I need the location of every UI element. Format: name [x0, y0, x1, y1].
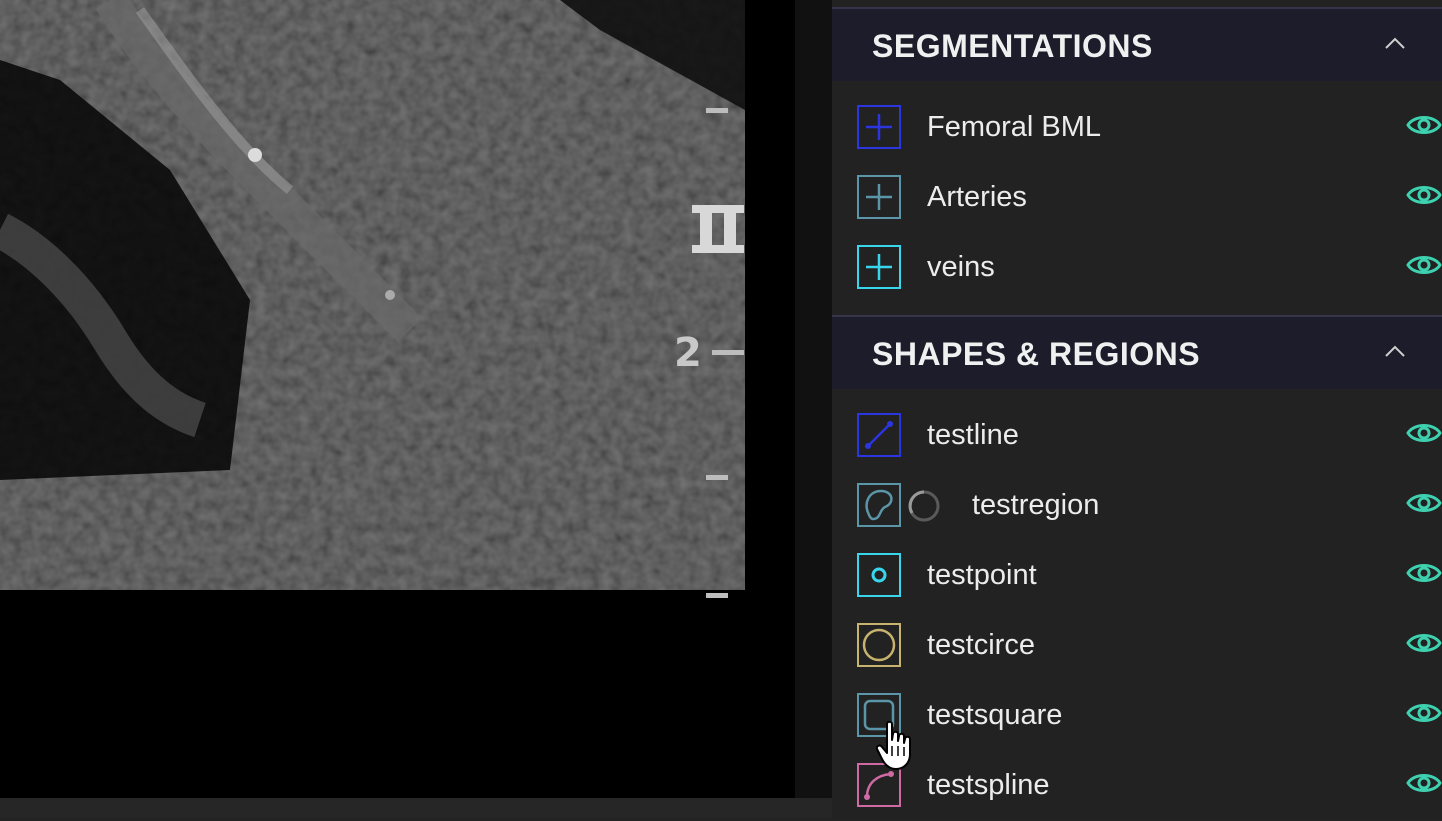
eye-icon[interactable] — [1406, 181, 1442, 209]
shape-label: testpoint — [927, 559, 1037, 591]
loading-spinner-icon — [908, 490, 940, 522]
ultrasound-image — [0, 0, 795, 798]
image-viewer[interactable]: 2 — [0, 0, 795, 798]
segmentation-label: veins — [927, 251, 995, 283]
eye-icon[interactable] — [1406, 769, 1442, 797]
shape-item-testregion[interactable]: testregion — [832, 471, 1442, 541]
section-title: SEGMENTATIONS — [872, 28, 1153, 64]
eye-icon[interactable] — [1406, 629, 1442, 657]
eye-icon[interactable] — [1406, 699, 1442, 727]
segmentation-item-arteries[interactable]: Arteries — [832, 163, 1442, 233]
eye-icon[interactable] — [1406, 489, 1442, 517]
shape-label: testregion — [972, 489, 1100, 521]
plus-icon[interactable] — [857, 105, 901, 149]
shape-label: testspline — [927, 769, 1050, 801]
viewer-bottom-bar — [0, 798, 832, 818]
shape-label: testsquare — [927, 699, 1063, 731]
plus-icon[interactable] — [857, 245, 901, 289]
shape-item-testpoint[interactable]: testpoint — [832, 541, 1442, 611]
eye-icon[interactable] — [1406, 111, 1442, 139]
segmentation-item-veins[interactable]: veins — [832, 233, 1442, 303]
circle-icon[interactable] — [857, 623, 901, 667]
shape-item-testcirce[interactable]: testcirce — [832, 611, 1442, 681]
region-icon[interactable] — [857, 483, 901, 527]
hand-cursor-icon — [875, 720, 911, 770]
section-title: SHAPES & REGIONS — [872, 336, 1201, 372]
shape-item-testspline[interactable]: testspline — [832, 751, 1442, 821]
plus-icon[interactable] — [857, 175, 901, 219]
chevron-up-icon[interactable] — [1384, 344, 1406, 358]
line-icon[interactable] — [857, 413, 901, 457]
shapes-regions-header[interactable]: SHAPES & REGIONS — [832, 317, 1442, 389]
annotations-panel: SEGMENTATIONS Femoral BML Arteries veins — [832, 0, 1442, 818]
shape-item-testline[interactable]: testline — [832, 401, 1442, 471]
eye-icon[interactable] — [1406, 419, 1442, 447]
eye-icon[interactable] — [1406, 251, 1442, 279]
chevron-up-icon[interactable] — [1384, 36, 1406, 50]
segmentation-label: Arteries — [927, 181, 1027, 213]
segmentations-header[interactable]: SEGMENTATIONS — [832, 9, 1442, 81]
depth-scale-label: 2 — [674, 330, 702, 376]
viewer-gutter — [795, 0, 832, 798]
shape-label: testline — [927, 419, 1019, 451]
segmentation-label: Femoral BML — [927, 111, 1102, 143]
point-icon[interactable] — [857, 553, 901, 597]
shape-label: testcirce — [927, 629, 1035, 661]
eye-icon[interactable] — [1406, 559, 1442, 587]
shape-item-testsquare[interactable]: testsquare — [832, 681, 1442, 751]
segmentation-item-femoral-bml[interactable]: Femoral BML — [832, 93, 1442, 163]
